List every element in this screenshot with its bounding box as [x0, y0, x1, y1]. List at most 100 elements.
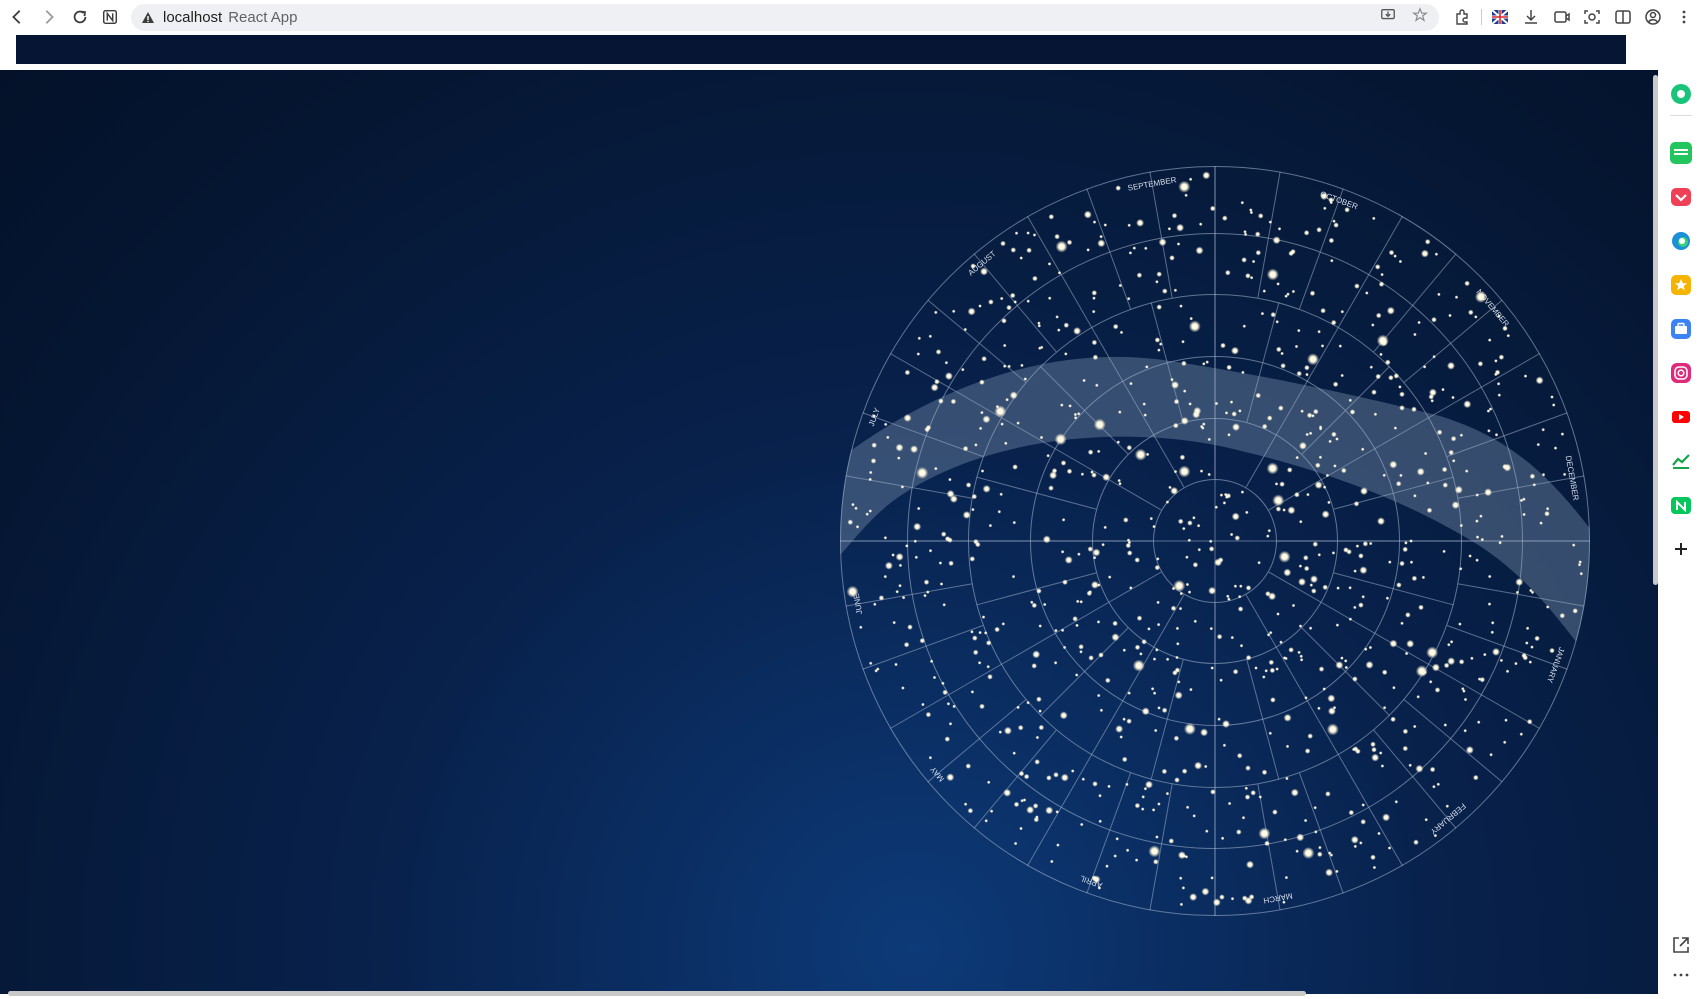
star-core — [1177, 643, 1179, 645]
star-map[interactable]: SEPTEMBEROCTOBERNOVEMBERDECEMBERJANUARYF… — [840, 166, 1590, 916]
star-core — [1529, 661, 1532, 663]
star-core — [1097, 450, 1100, 453]
star-core — [1058, 329, 1060, 331]
star-core — [869, 478, 871, 481]
browser-side-panel — [1658, 70, 1704, 999]
star-core — [1097, 584, 1100, 586]
star-core — [935, 380, 939, 383]
horizontal-scrollbar[interactable] — [8, 991, 1306, 996]
star-core — [1531, 591, 1534, 594]
star-core — [1436, 688, 1439, 692]
star-core — [1163, 289, 1166, 293]
star-core — [1299, 565, 1302, 567]
star-core — [1462, 688, 1464, 690]
star-core — [1196, 763, 1200, 768]
star-core — [1093, 221, 1096, 223]
more-menu-icon[interactable] — [1674, 7, 1694, 27]
star-core — [1295, 493, 1299, 496]
add-sidebar-item-icon[interactable] — [1670, 538, 1692, 560]
star-core — [967, 483, 970, 487]
star-core — [1478, 294, 1484, 300]
star-core — [929, 335, 932, 338]
favorites-star-icon[interactable] — [1670, 274, 1692, 296]
instagram-icon[interactable] — [1670, 362, 1692, 384]
uk-flag-icon[interactable] — [1490, 7, 1510, 27]
split-screen-icon[interactable] — [1613, 7, 1633, 27]
star-core — [1127, 539, 1130, 541]
star-core — [1515, 662, 1517, 665]
extensions-icon[interactable] — [1452, 7, 1472, 27]
star-core — [1488, 603, 1491, 605]
star-core — [1279, 406, 1282, 410]
star-core — [897, 555, 902, 559]
star-core — [1243, 325, 1246, 327]
star-core — [1298, 372, 1301, 375]
star-core — [1175, 737, 1178, 740]
star-core — [949, 562, 953, 565]
star-core — [946, 737, 949, 741]
star-core — [1206, 361, 1208, 363]
briefcase-icon[interactable] — [1670, 318, 1692, 340]
back-icon[interactable] — [6, 6, 28, 28]
star-core — [1076, 600, 1079, 603]
edge-icon[interactable] — [1670, 230, 1692, 252]
month-label: DECEMBER — [1564, 455, 1581, 501]
star-core — [964, 328, 967, 331]
star-core — [984, 417, 989, 421]
star-core — [1185, 194, 1187, 197]
star-core — [1399, 386, 1401, 388]
star-core — [1246, 899, 1251, 903]
star-core — [1397, 583, 1401, 587]
install-app-icon[interactable] — [1379, 6, 1397, 24]
star-core — [1371, 743, 1375, 746]
naver-icon[interactable] — [1670, 494, 1692, 516]
side-panel-more-icon[interactable] — [1670, 964, 1692, 986]
star-core — [1491, 631, 1494, 634]
notion-icon[interactable] — [99, 6, 121, 28]
star-core — [1059, 244, 1065, 250]
grid-radial-line — [1086, 772, 1131, 894]
star-core — [995, 628, 999, 631]
youtube-icon[interactable] — [1670, 406, 1692, 428]
star-core — [1092, 310, 1095, 313]
star-core — [1267, 634, 1270, 636]
webtoon-icon[interactable] — [1670, 142, 1692, 164]
profile-icon[interactable] — [1643, 7, 1663, 27]
star-core — [969, 809, 972, 812]
add-favorite-icon[interactable] — [1411, 6, 1429, 24]
star-core — [1143, 403, 1145, 405]
star-core — [1580, 572, 1583, 575]
star-core — [1050, 215, 1053, 218]
star-core — [1156, 649, 1158, 651]
star-core — [887, 564, 891, 568]
star-core — [1014, 301, 1016, 303]
star-core — [1460, 524, 1463, 527]
star-core — [1093, 291, 1096, 295]
screen-share-icon[interactable] — [1552, 7, 1572, 27]
star-core — [1414, 841, 1418, 844]
screenshot-icon[interactable] — [1582, 7, 1602, 27]
download-icon[interactable] — [1521, 7, 1541, 27]
star-core — [1295, 345, 1298, 348]
star-core — [1233, 412, 1236, 416]
star-core — [1359, 554, 1363, 558]
star-core — [1324, 207, 1326, 210]
star-core — [1400, 406, 1404, 410]
star-core — [1355, 284, 1359, 288]
reload-icon[interactable] — [69, 6, 91, 28]
star-core — [1481, 538, 1484, 541]
pocket-icon[interactable] — [1670, 186, 1692, 208]
address-bar[interactable]: localhost React App — [131, 4, 1439, 31]
star-core — [1452, 396, 1454, 399]
green-circle-icon[interactable] — [1670, 83, 1692, 105]
star-core — [1364, 648, 1367, 650]
chart-icon[interactable] — [1670, 450, 1692, 472]
star-core — [1158, 707, 1160, 709]
forward-icon[interactable] — [38, 6, 60, 28]
star-core — [1202, 730, 1206, 735]
star-core — [1063, 646, 1066, 649]
star-core — [1487, 410, 1490, 412]
open-external-icon[interactable] — [1670, 934, 1692, 956]
star-core — [1477, 721, 1480, 723]
star-core — [1397, 482, 1400, 485]
